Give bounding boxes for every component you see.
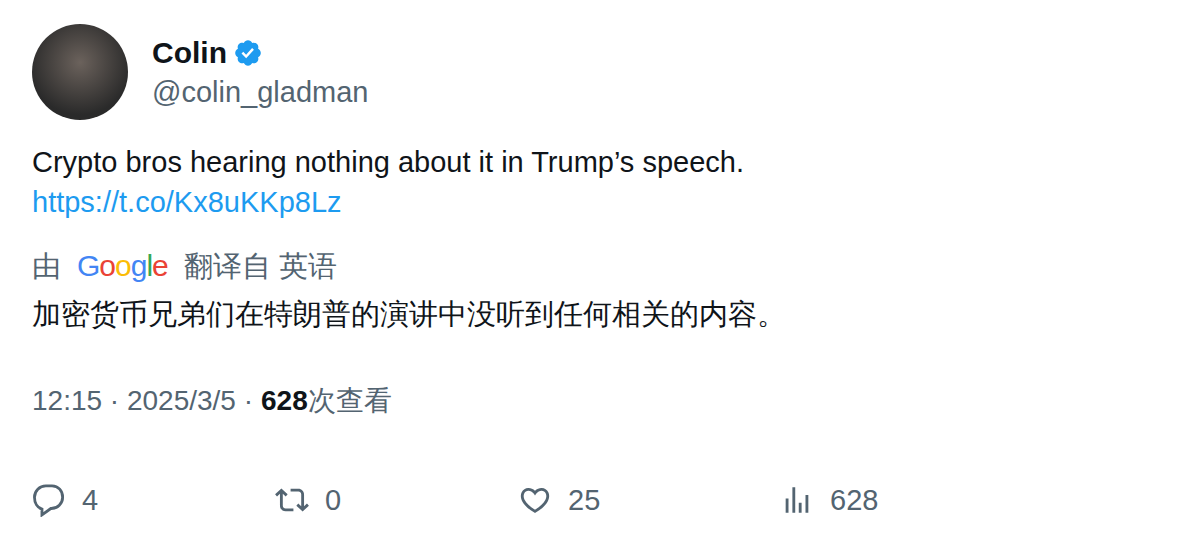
like-button[interactable]: 25 [518,482,780,518]
timestamp[interactable]: 12:15 · 2025/3/5 · [32,382,253,420]
verified-badge-icon [233,38,263,68]
translation-source: 翻译自 英语 [184,246,337,286]
views-icon [780,483,814,517]
tweet-link[interactable]: https://t.co/Kx8uKKp8Lz [32,182,1164,222]
views-button[interactable]: 628 [780,482,1164,518]
view-label: 次查看 [308,382,392,420]
views-count: 628 [830,482,878,518]
user-handle[interactable]: @colin_gladman [152,74,368,110]
like-icon [518,483,552,517]
translated-text: 加密货币兄弟们在特朗普的演讲中没听到任何相关的内容。 [32,294,1164,334]
tweet-text: Crypto bros hearing nothing about it in … [32,142,1164,182]
action-bar: 4 0 25 628 [32,482,1164,518]
translation-prefix: 由 [32,246,61,286]
like-count: 25 [568,482,600,518]
retweet-button[interactable]: 0 [275,482,518,518]
avatar[interactable] [32,24,128,120]
tweet-header: Colin@colin_gladman [32,24,1164,120]
retweet-count: 0 [325,482,341,518]
reply-icon [32,483,66,517]
retweet-icon [275,483,309,517]
reply-count: 4 [82,482,98,518]
display-name[interactable]: Colin [152,35,227,71]
google-logo[interactable]: Google [77,246,168,286]
reply-button[interactable]: 4 [32,482,275,518]
tweet-body: Crypto bros hearing nothing about it in … [32,142,1164,222]
translation-line: 由 Google 翻译自 英语 [32,246,1164,286]
tweet-meta: 12:15 · 2025/3/5 ·628次查看 [32,382,1164,420]
view-count: 628 [261,382,308,420]
